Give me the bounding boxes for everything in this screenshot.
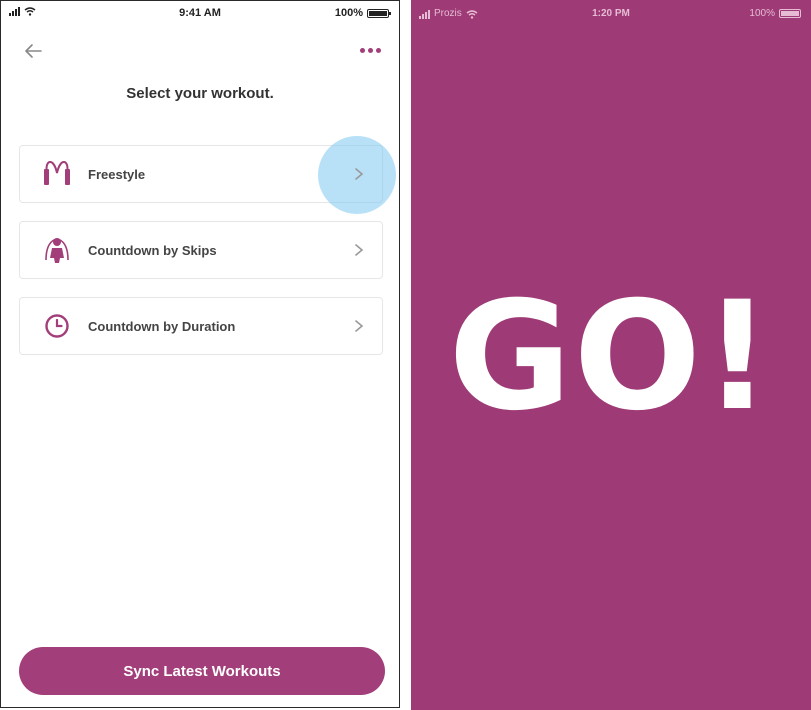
arrow-left-icon[interactable] (21, 39, 45, 63)
go-message: GO! (448, 270, 774, 444)
chevron-right-icon (355, 320, 364, 332)
person-skipping-icon (42, 235, 72, 265)
workout-label: Countdown by Duration (88, 318, 236, 334)
status-right: 100% (749, 8, 801, 19)
sync-workouts-button[interactable]: Sync Latest Workouts (19, 647, 385, 695)
more-dots-icon[interactable] (360, 48, 381, 53)
status-bar: 9:41 AM 100% (1, 1, 399, 27)
page-title: Select your workout. (126, 85, 274, 102)
chevron-right-icon (355, 244, 364, 256)
clock-icon (42, 311, 72, 341)
jump-rope-icon (42, 159, 72, 189)
battery-percent: 100% (749, 8, 775, 19)
battery-icon (367, 8, 391, 18)
go-screen: Prozis 1:20 PM 100% GO! (411, 0, 811, 710)
workout-item-freestyle[interactable]: Freestyle (19, 136, 396, 214)
screenshot-composite: 9:41 AM 100% Select your workout. Freest… (0, 0, 811, 710)
workout-item-countdown-skips[interactable]: Countdown by Skips (19, 221, 383, 279)
workout-select-screen: 9:41 AM 100% Select your workout. Freest… (0, 0, 400, 708)
nav-bar (1, 27, 399, 77)
battery-percent: 100% (334, 7, 363, 19)
battery-icon (779, 9, 801, 18)
workout-item-countdown-duration[interactable]: Countdown by Duration (19, 297, 383, 355)
status-bar: Prozis 1:20 PM 100% (411, 0, 811, 28)
status-right: 100% (334, 7, 391, 19)
workout-label: Countdown by Skips (88, 242, 217, 258)
workout-label: Freestyle (88, 166, 146, 182)
chevron-right-icon (355, 168, 364, 180)
workout-list: Freestyle Countdown by Skips Countdown b… (19, 136, 396, 373)
